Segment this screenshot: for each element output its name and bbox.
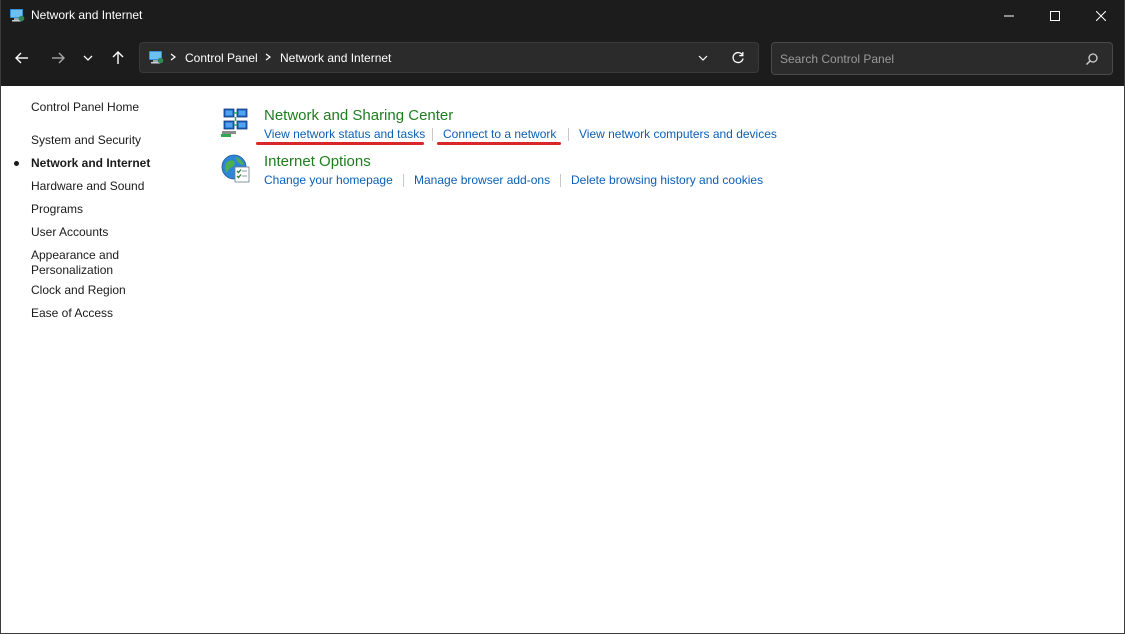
sidebar-item-ease-of-access[interactable]: Ease of Access	[31, 306, 113, 321]
maximize-icon	[1050, 10, 1060, 21]
search-box[interactable]	[771, 42, 1113, 75]
sidebar-item-programs[interactable]: Programs	[31, 202, 83, 217]
link-separator	[568, 128, 569, 141]
close-button[interactable]	[1078, 0, 1124, 31]
sidebar: Control Panel Home System and Security N…	[1, 86, 201, 626]
minimize-icon	[1004, 15, 1014, 16]
link-delete-browsing-history[interactable]: Delete browsing history and cookies	[571, 173, 763, 187]
refresh-button[interactable]	[730, 50, 746, 66]
arrow-left-icon	[15, 52, 28, 64]
network-and-sharing-center-title[interactable]: Network and Sharing Center	[264, 107, 453, 124]
control-panel-window: Network and Internet Control Panel Netwo…	[0, 0, 1125, 634]
sidebar-item-hardware-and-sound[interactable]: Hardware and Sound	[31, 179, 144, 194]
link-view-network-computers[interactable]: View network computers and devices	[579, 127, 777, 141]
sidebar-item-system-and-security[interactable]: System and Security	[31, 133, 141, 148]
maximize-button[interactable]	[1032, 0, 1078, 31]
arrow-up-icon	[112, 51, 124, 64]
active-item-bullet	[14, 161, 19, 166]
sidebar-item-clock-and-region[interactable]: Clock and Region	[31, 283, 126, 298]
forward-button[interactable]	[45, 45, 71, 71]
title-bar: Network and Internet	[1, 0, 1124, 31]
link-view-network-status[interactable]: View network status and tasks	[264, 127, 425, 141]
sidebar-item-appearance-and-personalization-line2[interactable]: Personalization	[31, 263, 113, 278]
link-separator	[403, 174, 404, 187]
search-icon[interactable]	[1085, 52, 1099, 66]
link-separator	[560, 174, 561, 187]
link-change-homepage[interactable]: Change your homepage	[264, 173, 393, 187]
control-panel-icon	[10, 9, 25, 22]
back-button[interactable]	[9, 45, 35, 71]
control-panel-icon	[149, 51, 164, 64]
navigation-bar: Control Panel Network and Internet	[1, 31, 1124, 86]
search-input[interactable]	[772, 43, 1072, 74]
breadcrumb-separator-icon[interactable]	[263, 50, 273, 64]
chevron-down-icon	[83, 55, 93, 61]
network-sharing-icon[interactable]	[220, 107, 252, 139]
address-bar[interactable]: Control Panel Network and Internet	[139, 42, 759, 73]
internet-options-icon[interactable]	[220, 153, 252, 185]
minimize-button[interactable]	[986, 0, 1032, 31]
refresh-icon	[732, 51, 744, 64]
window-title: Network and Internet	[31, 8, 143, 22]
address-history-button[interactable]	[696, 51, 710, 65]
link-manage-browser-addons[interactable]: Manage browser add-ons	[414, 173, 550, 187]
recent-locations-button[interactable]	[77, 45, 99, 71]
breadcrumb-control-panel[interactable]: Control Panel	[185, 51, 258, 65]
annotation-underline-connect-to-network	[437, 142, 561, 145]
sidebar-item-appearance-and-personalization[interactable]: Appearance and	[31, 248, 119, 263]
chevron-down-icon	[698, 55, 708, 61]
sidebar-item-network-and-internet[interactable]: Network and Internet	[31, 156, 150, 171]
close-icon	[1096, 10, 1106, 21]
arrow-right-icon	[52, 52, 65, 64]
internet-options-title[interactable]: Internet Options	[264, 153, 371, 170]
link-connect-to-network[interactable]: Connect to a network	[443, 127, 556, 141]
breadcrumb-separator-icon[interactable]	[168, 50, 178, 64]
link-separator	[432, 128, 433, 141]
up-button[interactable]	[105, 45, 131, 71]
annotation-underline-view-network-status	[256, 142, 424, 145]
breadcrumb-network-and-internet[interactable]: Network and Internet	[280, 51, 391, 65]
sidebar-item-user-accounts[interactable]: User Accounts	[31, 225, 108, 240]
sidebar-item-control-panel-home[interactable]: Control Panel Home	[31, 100, 139, 115]
